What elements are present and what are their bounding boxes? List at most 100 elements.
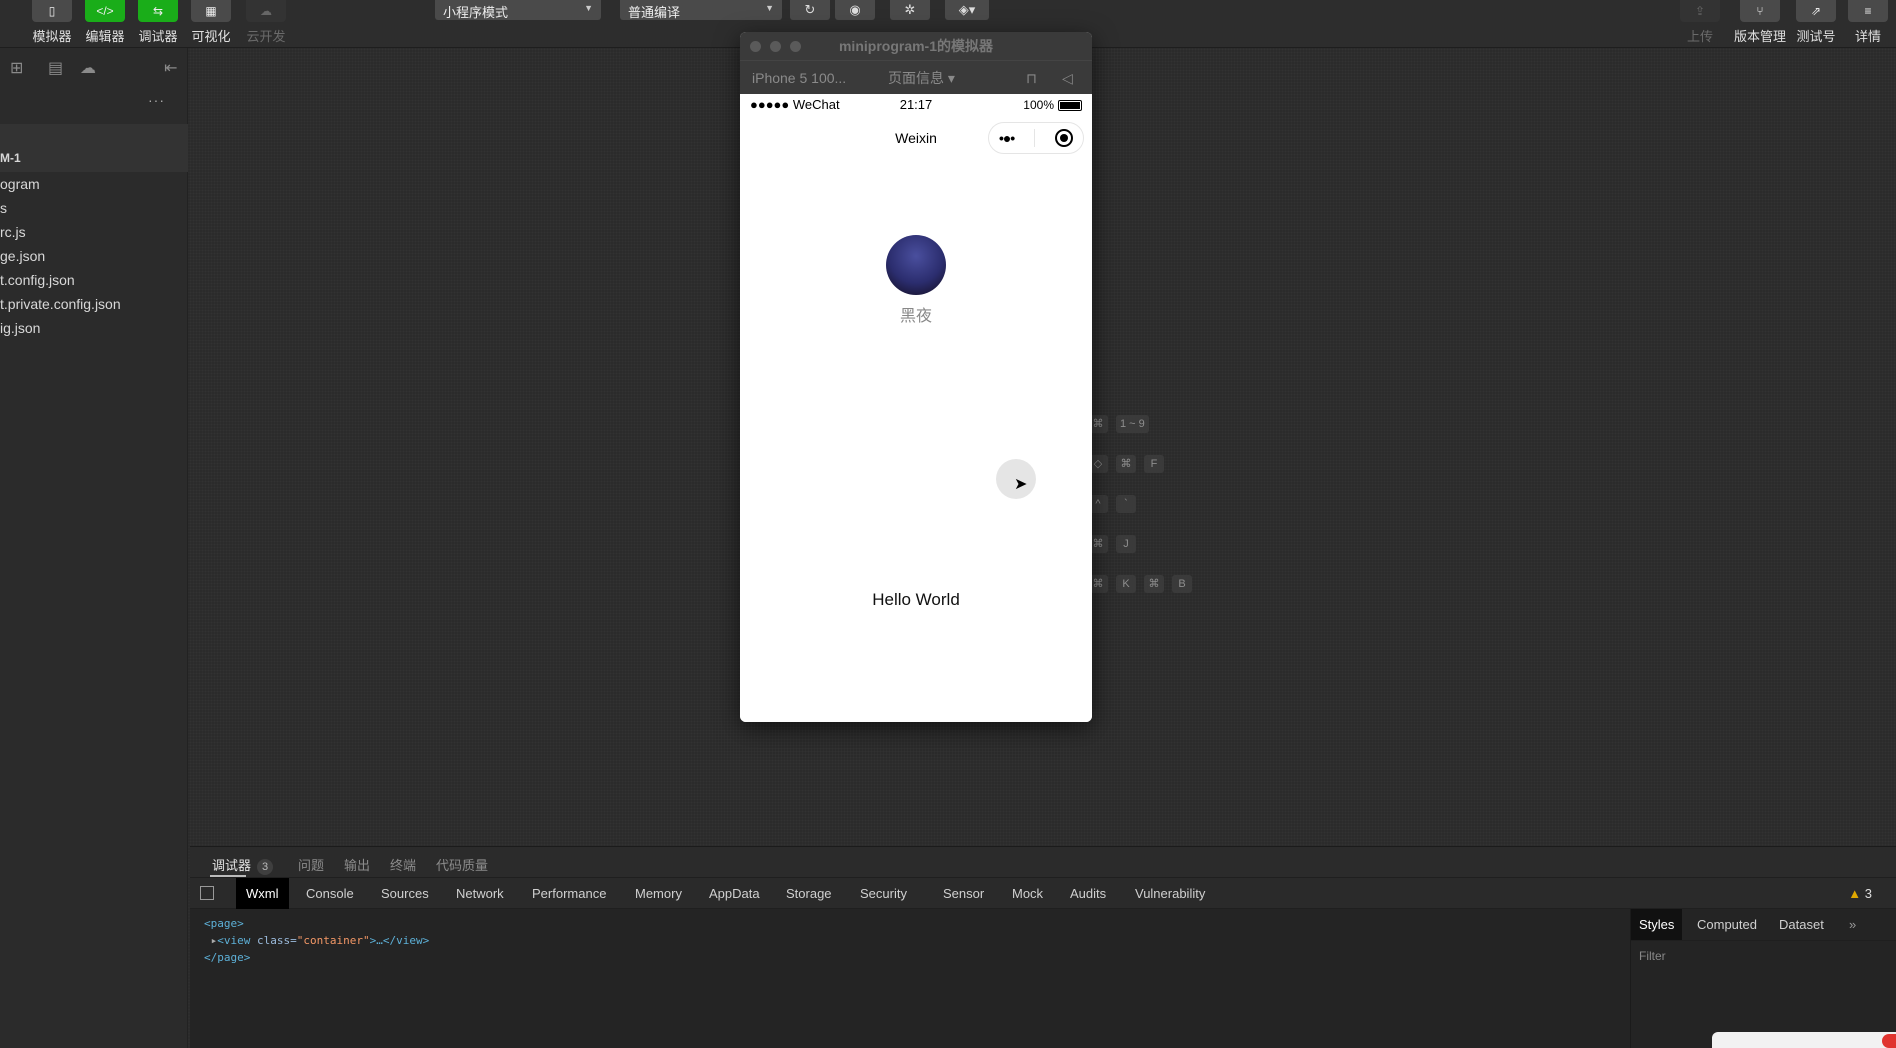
tab-sensor[interactable]: Sensor (937, 878, 990, 909)
simulator-title: miniprogram-1的模拟器 (838, 38, 993, 54)
tab-styles[interactable]: Styles (1631, 909, 1683, 940)
collapse-panel-icon[interactable]: ⇤ (164, 58, 177, 78)
project-root[interactable]: M-1 (0, 124, 188, 172)
avatar[interactable] (886, 235, 946, 295)
simulator-titlebar[interactable]: miniprogram-1的模拟器 (740, 32, 1092, 60)
file-item[interactable]: rc.js (0, 220, 188, 244)
debug-icon: ⇆ (138, 0, 178, 22)
file-item[interactable]: ogram (0, 172, 188, 196)
xml-attr-name: class= (257, 934, 297, 947)
visual-toggle-button[interactable]: ▦ 可视化 (187, 0, 235, 45)
issue-count-badge: 3 (257, 859, 274, 875)
warning-count[interactable]: ▲ 3 (1848, 878, 1872, 909)
more-tabs-icon[interactable]: » (1841, 909, 1864, 940)
page-info-dropdown[interactable]: 页面信息 ▾ (888, 61, 955, 95)
tab-computed[interactable]: Computed (1689, 909, 1765, 940)
file-item[interactable]: t.config.json (0, 268, 188, 292)
styles-filter-input[interactable]: Filter (1639, 949, 1666, 963)
capsule-divider (1034, 129, 1036, 147)
maximize-window-button[interactable] (790, 41, 801, 52)
file-tree: M-1 ogram s rc.js ge.json t.config.json … (0, 124, 188, 340)
mouse-cursor-icon: ➤ (1014, 476, 1028, 493)
cloud-icon[interactable]: ☁ (80, 58, 96, 78)
menu-icon: ≡ (1848, 0, 1888, 22)
styles-sidebar: Styles Computed Dataset » Filter (1630, 909, 1896, 1048)
version-control-button[interactable]: ⑂ 版本管理 (1730, 0, 1790, 45)
tab-memory[interactable]: Memory (629, 878, 688, 909)
new-file-icon[interactable]: ⊞ (10, 58, 23, 78)
shortcut-key: ⌘ (1144, 575, 1164, 593)
file-item[interactable]: ig.json (0, 316, 188, 340)
tab-code-quality[interactable]: 代码质量 (436, 855, 488, 874)
mode-select[interactable]: 小程序模式 ▼ (435, 0, 601, 20)
remote-debug-button[interactable]: ✲ (890, 0, 930, 20)
simulator-subbar: iPhone 5 100... 页面信息 ▾ ⊓ ◁ (740, 60, 1092, 94)
upload-button[interactable]: ⇪ 上传 (1676, 0, 1724, 45)
editor-toggle-button[interactable]: </> 编辑器 (81, 0, 129, 45)
menu-capsule: •●• (988, 122, 1084, 154)
pin-icon[interactable]: ⊓ (1026, 61, 1037, 95)
more-options-icon[interactable]: ··· (148, 92, 165, 108)
details-button[interactable]: ≡ 详情 (1844, 0, 1892, 45)
warning-count-value: 3 (1864, 886, 1872, 901)
eye-icon: ◉ (849, 2, 861, 17)
tab-debugger[interactable]: 调试器 3 (212, 855, 274, 875)
refresh-button[interactable]: ↻ (790, 0, 830, 20)
shortcut-key: J (1116, 535, 1136, 553)
test-account-label: 测试号 (1796, 29, 1836, 44)
shortcut-hints: ⌘ 1 ~ 9 ◇ ⌘ F ^ ` ⌘ J ⌘ K ⌘ B (1088, 404, 1200, 604)
tab-performance[interactable]: Performance (526, 878, 612, 909)
shortcut-key: 1 ~ 9 (1116, 415, 1149, 433)
tab-console[interactable]: Console (300, 878, 360, 909)
close-window-button[interactable] (750, 41, 761, 52)
close-miniprogram-icon[interactable] (1055, 129, 1074, 147)
cloud-dev-button[interactable]: ☁ 云开发 (242, 0, 290, 45)
debugger-toggle-button[interactable]: ⇆ 调试器 (134, 0, 182, 45)
simulator-toggle-button[interactable]: ▯ 模拟器 (28, 0, 76, 45)
xml-attr-value: "container" (296, 934, 370, 947)
branch-icon: ⑂ (1740, 0, 1780, 22)
tab-dataset[interactable]: Dataset (1771, 909, 1832, 940)
volume-icon[interactable]: ◁ (1062, 61, 1073, 95)
tab-output[interactable]: 输出 (344, 855, 370, 874)
battery-percent: 100% (1023, 98, 1054, 112)
shortcut-row: ⌘ 1 ~ 9 (1088, 404, 1200, 444)
inspect-element-icon[interactable] (200, 886, 214, 900)
xml-node-page-open[interactable]: <page> (204, 915, 429, 932)
tab-network[interactable]: Network (450, 878, 510, 909)
tab-problems[interactable]: 问题 (298, 855, 324, 874)
tab-vulnerability[interactable]: Vulnerability (1129, 878, 1211, 909)
visual-label: 可视化 (191, 29, 231, 44)
file-item[interactable]: s (0, 196, 188, 220)
tab-storage[interactable]: Storage (780, 878, 838, 909)
explorer-toolbar: ⊞ ▤ ☁ ⇤ (0, 48, 187, 88)
layers-button[interactable]: ◈▾ (945, 0, 989, 20)
preview-button[interactable]: ◉ (835, 0, 875, 20)
simulator-window: miniprogram-1的模拟器 iPhone 5 100... 页面信息 ▾… (740, 32, 1092, 722)
save-icon[interactable]: ▤ (48, 58, 63, 78)
shortcut-row: ◇ ⌘ F (1088, 444, 1200, 484)
more-dots-icon[interactable]: •●• (999, 130, 1015, 146)
xml-node-view[interactable]: ▸<view class="container">…</view> (204, 932, 430, 949)
upload-label: 上传 (1686, 29, 1713, 44)
phone-icon: ▯ (32, 0, 72, 22)
test-account-button[interactable]: ⇗ 测试号 (1792, 0, 1840, 45)
layers-icon: ◈▾ (958, 2, 976, 17)
tab-terminal[interactable]: 终端 (390, 855, 416, 874)
floating-widget[interactable] (1712, 1032, 1896, 1048)
compile-select[interactable]: 普通编译 ▼ (620, 0, 782, 20)
tab-sources[interactable]: Sources (375, 878, 435, 909)
tab-mock[interactable]: Mock (1006, 878, 1049, 909)
file-explorer: ⊞ ▤ ☁ ⇤ ··· M-1 ogram s rc.js ge.json t.… (0, 48, 188, 1048)
navigation-bar: Weixin •●• (740, 116, 1092, 160)
minimize-window-button[interactable] (770, 41, 781, 52)
file-item[interactable]: ge.json (0, 244, 188, 268)
file-item[interactable]: t.private.config.json (0, 292, 188, 316)
device-select[interactable]: iPhone 5 100... (752, 61, 846, 95)
tab-wxml[interactable]: Wxml (236, 878, 289, 909)
tab-audits[interactable]: Audits (1064, 878, 1112, 909)
mode-select-value: 小程序模式 (443, 5, 509, 20)
xml-node-page-close[interactable]: </page> (204, 949, 429, 966)
tab-appdata[interactable]: AppData (703, 878, 766, 909)
tab-security[interactable]: Security (854, 878, 913, 909)
